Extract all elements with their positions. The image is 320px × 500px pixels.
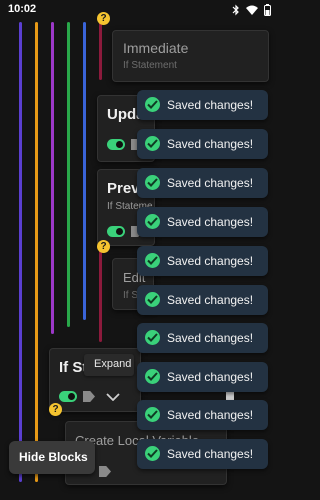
toast-notification: Saved changes!: [137, 246, 268, 276]
toast-notification: Saved changes!: [137, 285, 268, 315]
toast-notification: Saved changes!: [137, 129, 268, 159]
warning-icon[interactable]: ?: [49, 403, 62, 416]
check-icon: [145, 97, 160, 112]
check-icon: [145, 253, 160, 268]
toast-message: Saved changes!: [167, 137, 254, 151]
nesting-line: [83, 22, 86, 320]
tag-icon[interactable]: [99, 466, 111, 477]
warning-icon[interactable]: ?: [97, 12, 110, 25]
nesting-line: [35, 22, 38, 482]
toast-notification: Saved changes!: [137, 362, 268, 392]
toast-message: Saved changes!: [167, 98, 254, 112]
check-icon: [145, 407, 160, 422]
nesting-line: [99, 250, 102, 342]
hide-blocks-button[interactable]: Hide Blocks: [9, 441, 95, 474]
resize-handle[interactable]: [226, 392, 234, 400]
enable-toggle[interactable]: [59, 391, 77, 402]
check-icon: [145, 136, 160, 151]
toast-message: Saved changes!: [167, 408, 254, 422]
nesting-line: [67, 22, 70, 327]
nesting-line: [99, 22, 102, 80]
battery-icon: [264, 4, 271, 16]
chevron-down-icon[interactable]: [106, 393, 120, 401]
toast-notification: Saved changes!: [137, 439, 268, 469]
warning-icon[interactable]: ?: [97, 240, 110, 253]
tag-icon[interactable]: [83, 391, 95, 402]
wifi-icon: [246, 5, 258, 15]
check-icon: [145, 446, 160, 461]
expand-tooltip: Expand: [84, 354, 134, 376]
nesting-line: [19, 22, 22, 482]
toast-message: Saved changes!: [167, 254, 254, 268]
toast-message: Saved changes!: [167, 176, 254, 190]
toast-notification: Saved changes!: [137, 323, 268, 353]
status-icons: [232, 4, 271, 16]
block-subtitle: If S: [123, 290, 139, 301]
status-bar: 10:02: [0, 0, 281, 22]
clock: 10:02: [8, 3, 37, 15]
check-icon: [145, 369, 160, 384]
check-icon: [145, 292, 160, 307]
block-subtitle: If Statement: [123, 60, 177, 71]
toast-message: Saved changes!: [167, 447, 254, 461]
check-icon: [145, 214, 160, 229]
tooltip-label: Expand: [94, 358, 132, 370]
toast-notification: Saved changes!: [137, 400, 268, 430]
toast-notification: Saved changes!: [137, 207, 268, 237]
enable-toggle[interactable]: [107, 139, 125, 150]
block-immediate[interactable]: Immediate If Statement: [112, 30, 269, 82]
toast-message: Saved changes!: [167, 370, 254, 384]
hide-blocks-label: Hide Blocks: [19, 450, 88, 464]
toast-notification: Saved changes!: [137, 90, 268, 120]
bluetooth-icon: [232, 4, 239, 16]
toast-notification: Saved changes!: [137, 168, 268, 198]
toast-message: Saved changes!: [167, 293, 254, 307]
check-icon: [145, 330, 160, 345]
toast-message: Saved changes!: [167, 215, 254, 229]
enable-toggle[interactable]: [107, 226, 125, 237]
block-title: Immediate: [123, 40, 189, 56]
nesting-line: [51, 22, 54, 334]
check-icon: [145, 175, 160, 190]
toast-message: Saved changes!: [167, 331, 254, 345]
